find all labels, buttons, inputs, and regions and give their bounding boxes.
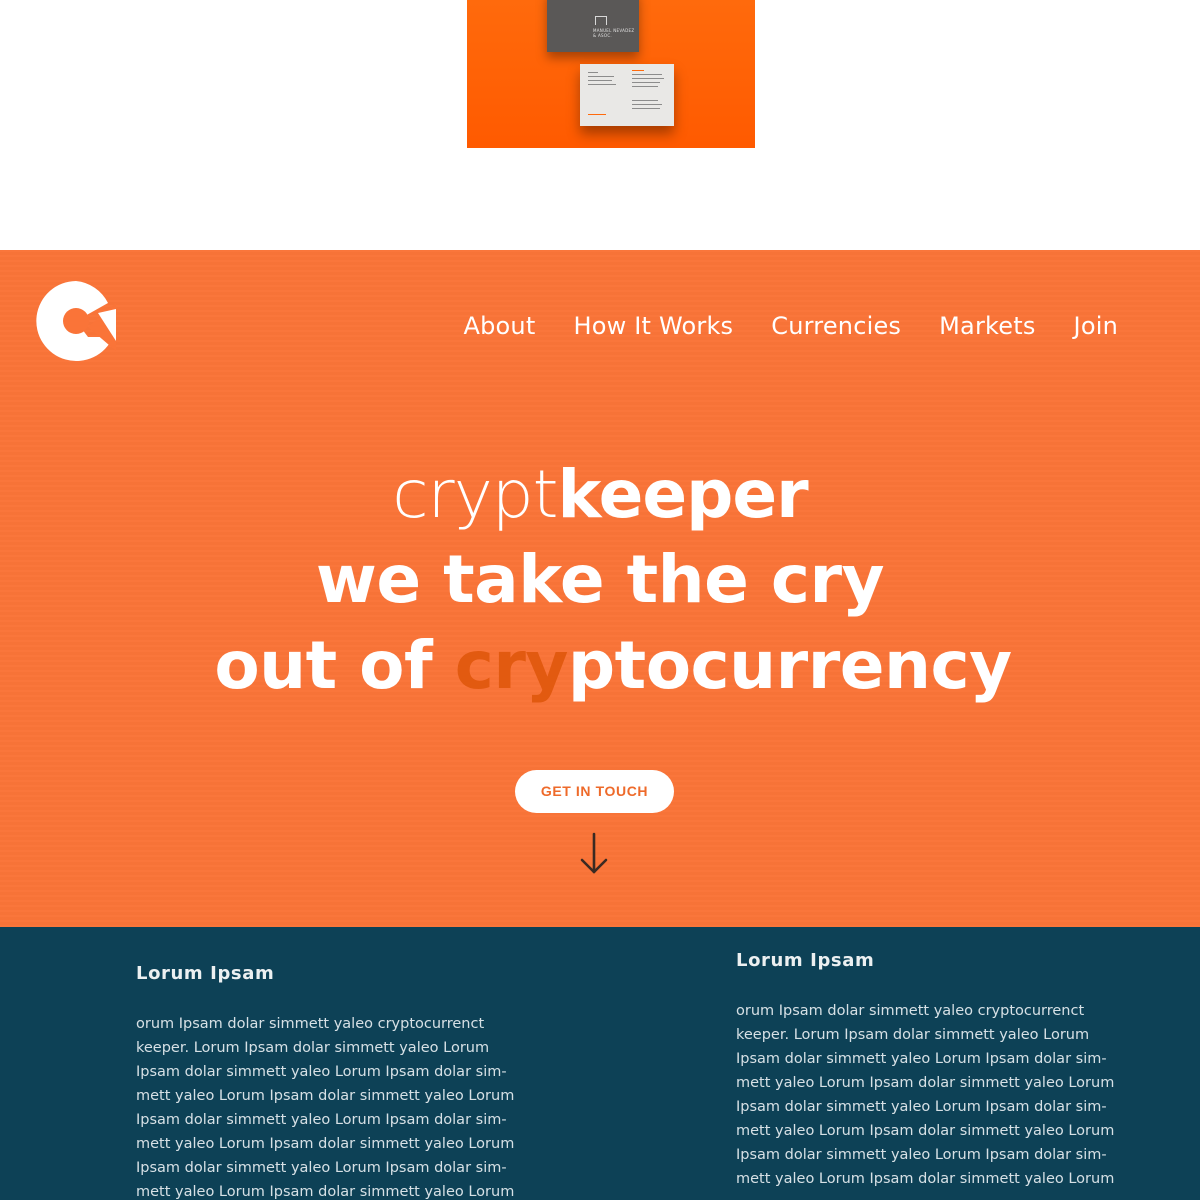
tagline-accent: cry	[454, 627, 569, 704]
get-in-touch-button[interactable]: GET IN TOUCH	[515, 770, 674, 813]
info-right-body: orum Ipsam dolar simmett yaleo cryptocur…	[736, 1003, 1115, 1187]
info-column-left: Lorum Ipsam orum Ipsam dolar simmett yal…	[136, 963, 526, 1200]
cryptkeeper-logo-icon[interactable]	[36, 281, 116, 361]
nav-markets[interactable]: Markets	[939, 312, 1035, 340]
arrow-down-icon[interactable]	[579, 832, 609, 876]
card-logo-mark	[595, 16, 607, 25]
tagline-suffix: ptocurrency	[567, 627, 1012, 704]
info-left-title: Lorum Ipsam	[136, 963, 275, 984]
hero-section: About How It Works Currencies Markets Jo…	[0, 250, 1200, 927]
nav-currencies[interactable]: Currencies	[771, 312, 901, 340]
info-right-title: Lorum Ipsam	[736, 950, 875, 971]
main-nav: About How It Works Currencies Markets Jo…	[464, 312, 1119, 340]
light-business-card	[580, 64, 674, 126]
hero-brand-name: cryptkeeper	[0, 455, 1200, 535]
brand-bold-part: keeper	[557, 456, 809, 533]
info-column-right: Lorum Ipsam orum Ipsam dolar simmett yal…	[736, 950, 1126, 1191]
info-section: Lorum Ipsam orum Ipsam dolar simmett yal…	[0, 927, 1200, 1200]
hero-tagline-line1: we take the cry	[315, 541, 885, 618]
card-brand-text: MANUEL NEVADEZ & ASOC.	[593, 28, 635, 38]
brand-light-part: crypt	[392, 456, 558, 533]
dark-business-card: MANUEL NEVADEZ & ASOC.	[547, 0, 639, 52]
nav-about[interactable]: About	[464, 312, 536, 340]
hero-tagline-line2: out of cryptocurrency	[0, 626, 1200, 706]
business-cards-photo: MANUEL NEVADEZ & ASOC.	[467, 0, 755, 148]
nav-join[interactable]: Join	[1074, 312, 1118, 340]
info-left-body: orum Ipsam dolar simmett yaleo cryptocur…	[136, 1016, 515, 1200]
nav-how-it-works[interactable]: How It Works	[573, 312, 733, 340]
tagline-prefix: out of	[214, 627, 455, 704]
